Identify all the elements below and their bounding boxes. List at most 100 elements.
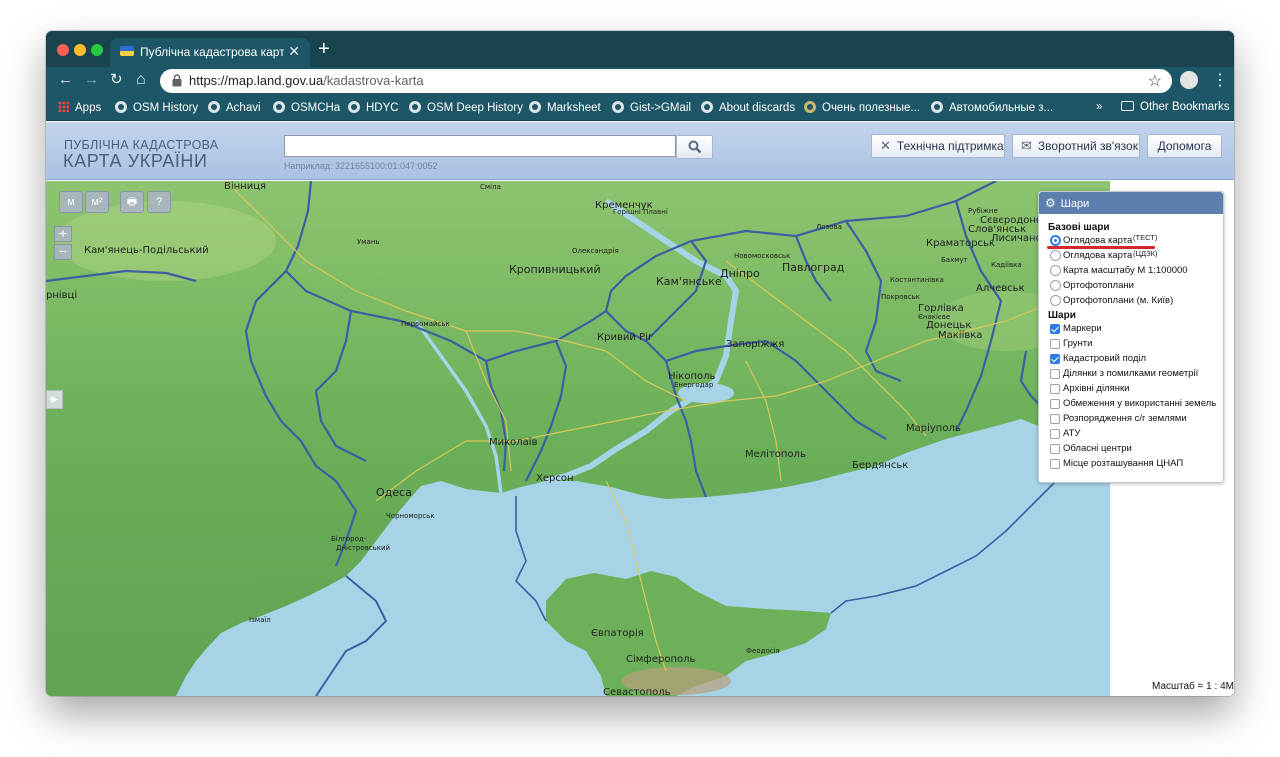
side-panel-toggle[interactable]: ▶ [46, 390, 63, 409]
measure-length-button[interactable]: м [59, 191, 83, 213]
layer-label: Ділянки з помилками геометрії [1063, 368, 1199, 379]
browser-menu-icon[interactable]: ⋮ [1212, 70, 1228, 90]
layer-land-use-restrictions[interactable]: Обмеження у використанні земель [1039, 396, 1223, 411]
map-label: Олександрія [572, 247, 619, 255]
measure-area-button[interactable]: м² [85, 191, 109, 213]
globe-icon [612, 101, 624, 113]
address-bar[interactable]: https://map.land.gov.ua/kadastrova-karta… [160, 69, 1172, 93]
bookmark-gist-gmail[interactable]: Gist->GMail [612, 101, 691, 114]
lock-icon [172, 74, 182, 87]
bookmarks-overflow[interactable]: » [1096, 101, 1102, 113]
layer-archive-parcels[interactable]: Архівні ділянки [1039, 381, 1223, 396]
bookmark-useful[interactable]: Очень полезные... [804, 101, 920, 114]
radio-button[interactable] [1050, 265, 1061, 276]
bookmark-about-discards[interactable]: About discards [701, 101, 795, 114]
globe-icon [115, 101, 127, 113]
checkbox[interactable] [1050, 339, 1060, 349]
radio-button[interactable] [1050, 235, 1061, 246]
feedback-button[interactable]: ✉ Зворотний зв'язок [1012, 134, 1140, 158]
checkbox[interactable] [1050, 429, 1060, 439]
base-layer-orthophoto-kyiv[interactable]: Ортофотоплани (м. Київ) [1039, 293, 1223, 308]
bookmark-label: OSM History [133, 102, 199, 114]
layer-cnap-locations[interactable]: Місце розташування ЦНАП [1039, 456, 1223, 471]
radio-button[interactable] [1050, 250, 1061, 261]
ukraine-flag-icon [120, 46, 134, 56]
back-icon[interactable]: ← [58, 71, 73, 89]
base-layer-map-100000[interactable]: Карта масштабу М 1:100000 [1039, 263, 1223, 278]
map-label: Вінниця [224, 181, 266, 192]
envelope-icon: ✉ [1021, 138, 1032, 153]
base-layer-overview-dzk[interactable]: Оглядова карта [1039, 248, 1223, 263]
maximize-window-button[interactable] [91, 44, 103, 56]
gear-icon: ⚙ [1045, 196, 1056, 210]
cursor-question-icon: ? [155, 196, 163, 208]
new-tab-button[interactable]: + [318, 39, 330, 59]
layer-atu[interactable]: АТУ [1039, 426, 1223, 441]
cadastre-search-input[interactable] [284, 135, 676, 157]
layer-markers[interactable]: Маркери [1039, 321, 1223, 336]
map-canvas[interactable]: Вінниця Кам'янець-Подільський рнівці Ума… [46, 181, 1110, 696]
bookmark-label: HDYC [366, 102, 399, 114]
map-label: Бахмут [941, 256, 968, 264]
identify-button[interactable]: ? [147, 191, 171, 213]
zoom-in-button[interactable]: + [54, 226, 72, 242]
checkbox[interactable] [1050, 399, 1060, 409]
checkbox[interactable] [1050, 384, 1060, 394]
close-window-button[interactable] [57, 44, 69, 56]
bookmark-achavi[interactable]: Achavi [208, 101, 261, 114]
map-label: Ізмаїл [249, 616, 271, 624]
reload-icon[interactable]: ↻ [110, 71, 123, 89]
checkbox[interactable] [1050, 459, 1060, 469]
layer-soils[interactable]: Грунти [1039, 336, 1223, 351]
minimize-window-button[interactable] [74, 44, 86, 56]
other-bookmarks[interactable]: Other Bookmarks [1121, 101, 1229, 113]
checkbox[interactable] [1050, 354, 1060, 364]
checkbox[interactable] [1050, 414, 1060, 424]
tab-title: Публічна кадастрова карта Ук [140, 45, 284, 59]
bookmark-osm-deep-history[interactable]: OSM Deep History [409, 101, 523, 114]
bookmark-label: Очень полезные... [822, 102, 920, 114]
map-label: Рубіжне [968, 207, 998, 215]
bookmark-label: Marksheet [547, 102, 601, 114]
bookmark-apps[interactable]: Apps [58, 101, 101, 114]
print-button[interactable]: 🖶 [120, 191, 144, 213]
radio-button[interactable] [1050, 295, 1061, 306]
help-button[interactable]: Допомога [1147, 134, 1222, 158]
layer-oblast-centers[interactable]: Обласні центри [1039, 441, 1223, 456]
layer-label: Кадастровий поділ [1063, 353, 1147, 364]
profile-avatar[interactable] [1180, 71, 1198, 89]
map-label: Покровськ [881, 293, 920, 301]
layers-panel-header[interactable]: ⚙ Шари [1039, 192, 1223, 214]
radio-button[interactable] [1050, 280, 1061, 291]
bookmark-marksheet[interactable]: Marksheet [529, 101, 601, 114]
apps-grid-icon [58, 101, 69, 112]
zoom-out-button[interactable]: − [54, 244, 72, 260]
globe-icon [348, 101, 360, 113]
tab-close-icon[interactable]: ✕ [288, 43, 300, 60]
bookmark-hdyc[interactable]: HDYC [348, 101, 399, 114]
checkbox[interactable] [1050, 444, 1060, 454]
search-button[interactable] [676, 135, 713, 159]
bookmark-osmcha[interactable]: OSMCHa [273, 101, 340, 114]
checkbox[interactable] [1050, 369, 1060, 379]
layer-label: Оглядова карта [1063, 235, 1133, 246]
map-label: Новомосковськ [734, 252, 790, 260]
map-label: Миколаїв [489, 437, 538, 448]
bookmark-osm-history[interactable]: OSM History [115, 101, 198, 114]
bookmarks-bar: Apps OSM History Achavi OSMCHa HDYC OSM … [46, 95, 1234, 121]
browser-tab[interactable]: Публічна кадастрова карта Ук ✕ [110, 38, 310, 67]
logo-title[interactable]: КАРТА УКРАЇНИ [63, 151, 208, 172]
map-label: Мелітополь [745, 448, 806, 460]
globe-icon [931, 101, 943, 113]
layer-geometry-errors[interactable]: Ділянки з помилками геометрії [1039, 366, 1223, 381]
forward-icon[interactable]: → [84, 71, 99, 89]
bookmark-auto[interactable]: Автомобильные з... [931, 101, 1053, 114]
map-label: Дніпро [720, 267, 760, 280]
tech-support-button[interactable]: ✕ Технічна підтримка [871, 134, 1005, 158]
layer-cadastral-division[interactable]: Кадастровий поділ [1039, 351, 1223, 366]
base-layer-orthophoto[interactable]: Ортофотоплани [1039, 278, 1223, 293]
checkbox[interactable] [1050, 324, 1060, 334]
layer-agri-disposal[interactable]: Розпорядження с/г землями [1039, 411, 1223, 426]
bookmark-star-icon[interactable]: ☆ [1148, 71, 1162, 91]
home-icon[interactable]: ⌂ [136, 71, 146, 89]
